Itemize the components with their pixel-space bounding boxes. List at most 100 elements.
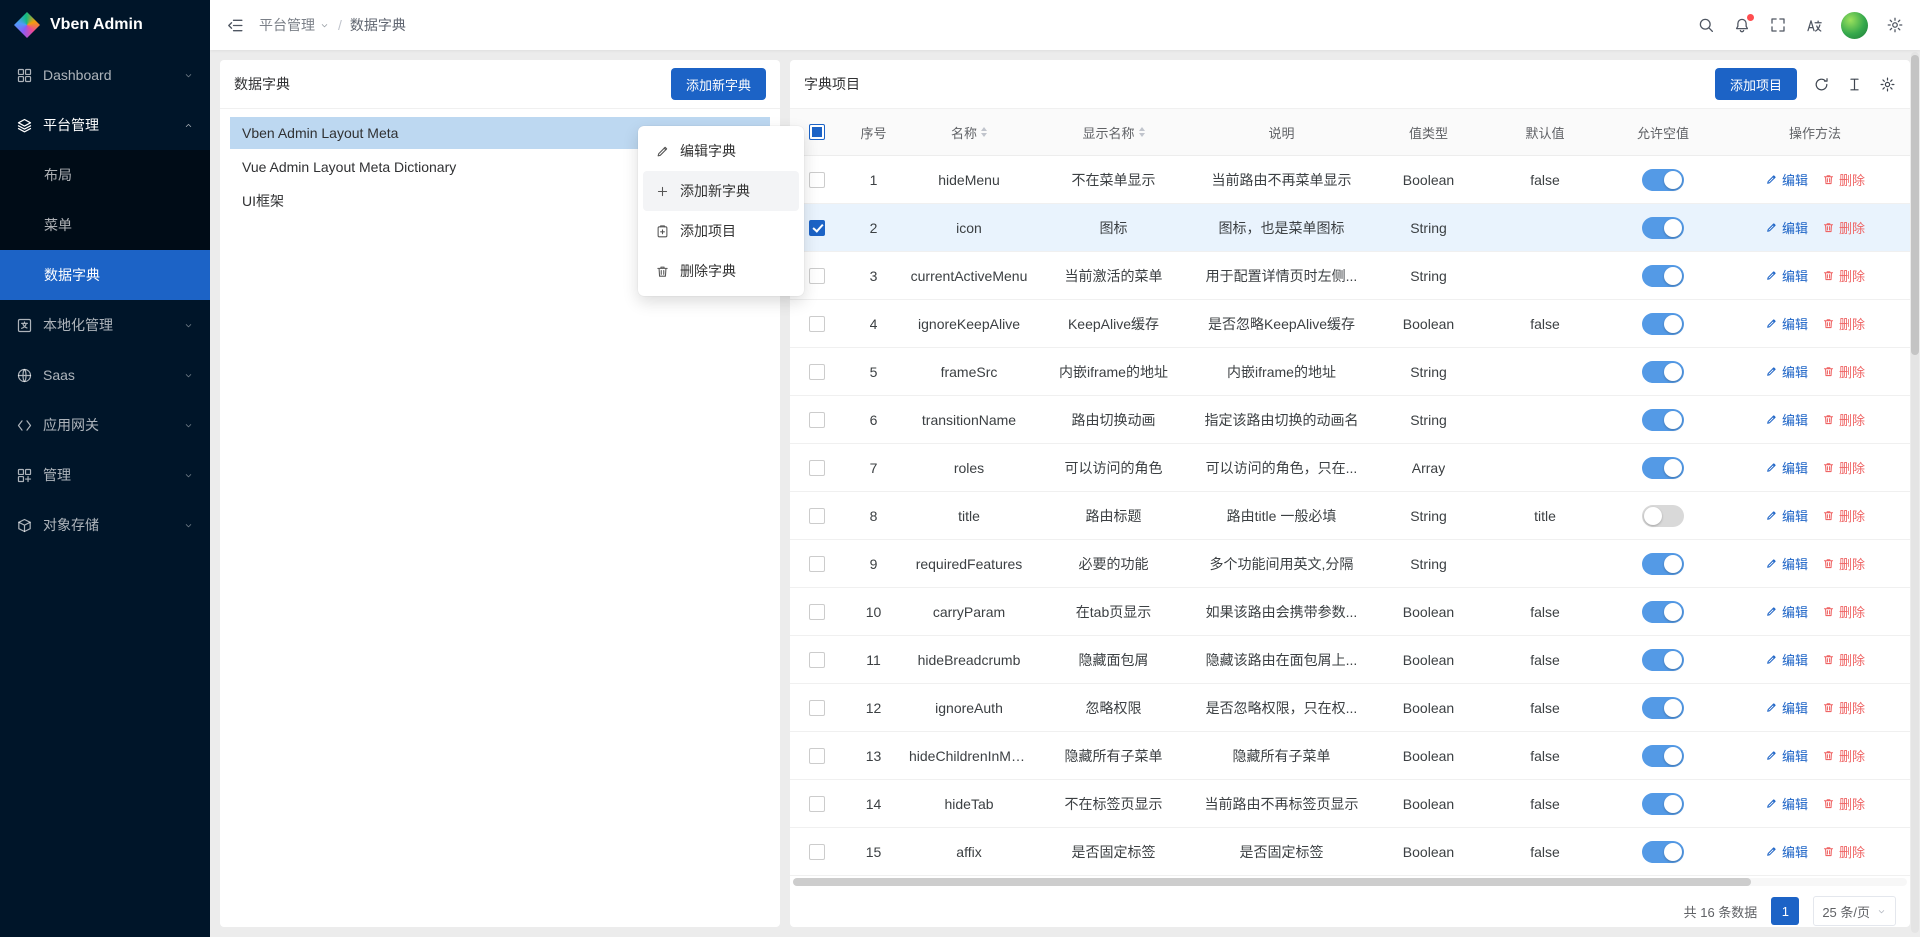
sort-icons[interactable] <box>981 127 987 137</box>
horizontal-scrollbar-thumb[interactable] <box>793 878 1751 886</box>
allow-null-toggle[interactable] <box>1642 649 1684 671</box>
edit-link[interactable]: 编辑 <box>1765 746 1808 765</box>
sidebar-item-platform[interactable]: 平台管理 <box>0 100 210 150</box>
context-menu-item[interactable]: 添加项目 <box>643 211 799 251</box>
allow-null-toggle[interactable] <box>1642 505 1684 527</box>
sidebar-item-gateway[interactable]: 应用网关 <box>0 400 210 450</box>
delete-link[interactable]: 删除 <box>1822 698 1865 717</box>
allow-null-toggle[interactable] <box>1642 169 1684 191</box>
vertical-scrollbar[interactable] <box>1911 52 1919 933</box>
sidebar-item-dashboard[interactable]: Dashboard <box>0 50 210 100</box>
allow-null-toggle[interactable] <box>1642 409 1684 431</box>
delete-link[interactable]: 删除 <box>1822 506 1865 525</box>
edit-link[interactable]: 编辑 <box>1765 314 1808 333</box>
allow-null-toggle[interactable] <box>1642 553 1684 575</box>
edit-link[interactable]: 编辑 <box>1765 266 1808 285</box>
horizontal-scrollbar[interactable] <box>793 878 1907 886</box>
edit-link[interactable]: 编辑 <box>1765 218 1808 237</box>
vertical-scrollbar-thumb[interactable] <box>1911 55 1919 355</box>
edit-link[interactable]: 编辑 <box>1765 602 1808 621</box>
edit-link[interactable]: 编辑 <box>1765 698 1808 717</box>
sidebar-item-management[interactable]: 管理 <box>0 450 210 500</box>
allow-null-toggle[interactable] <box>1642 745 1684 767</box>
row-checkbox[interactable] <box>809 460 825 476</box>
row-checkbox[interactable] <box>809 844 825 860</box>
row-checkbox[interactable] <box>809 220 825 236</box>
edit-link[interactable]: 编辑 <box>1765 458 1808 477</box>
delete-link[interactable]: 删除 <box>1822 602 1865 621</box>
row-checkbox[interactable] <box>809 796 825 812</box>
edit-link[interactable]: 编辑 <box>1765 506 1808 525</box>
row-checkbox[interactable] <box>809 556 825 572</box>
fullscreen-icon[interactable] <box>1769 16 1787 34</box>
row-checkbox[interactable] <box>809 700 825 716</box>
allow-null-toggle[interactable] <box>1642 361 1684 383</box>
delete-link[interactable]: 删除 <box>1822 218 1865 237</box>
delete-link[interactable]: 删除 <box>1822 410 1865 429</box>
edit-link[interactable]: 编辑 <box>1765 170 1808 189</box>
delete-link[interactable]: 删除 <box>1822 170 1865 189</box>
column-header[interactable]: 名称 <box>903 109 1035 155</box>
row-checkbox[interactable] <box>809 316 825 332</box>
delete-link[interactable]: 删除 <box>1822 362 1865 381</box>
delete-link[interactable]: 删除 <box>1822 554 1865 573</box>
row-checkbox[interactable] <box>809 508 825 524</box>
pagination-page-button[interactable]: 1 <box>1771 897 1799 925</box>
allow-null-toggle[interactable] <box>1642 217 1684 239</box>
allow-null-toggle[interactable] <box>1642 601 1684 623</box>
logo[interactable]: Vben Admin <box>0 0 210 50</box>
row-checkbox[interactable] <box>809 604 825 620</box>
breadcrumb-root[interactable]: 平台管理 <box>259 15 330 35</box>
select-all-checkbox[interactable] <box>809 124 825 140</box>
column-settings-icon[interactable] <box>1879 76 1896 93</box>
table-row: 13hideChildrenInMenu隐藏所有子菜单隐藏所有子菜单Boolea… <box>790 732 1910 780</box>
delete-link[interactable]: 删除 <box>1822 794 1865 813</box>
allow-null-toggle[interactable] <box>1642 697 1684 719</box>
allow-null-toggle[interactable] <box>1642 841 1684 863</box>
edit-link[interactable]: 编辑 <box>1765 842 1808 861</box>
row-checkbox[interactable] <box>809 748 825 764</box>
allow-null-toggle[interactable] <box>1642 457 1684 479</box>
page-size-select[interactable]: 25 条/页 <box>1813 896 1896 926</box>
collapse-sidebar-icon[interactable] <box>226 16 245 35</box>
delete-link[interactable]: 删除 <box>1822 842 1865 861</box>
allow-null-toggle[interactable] <box>1642 793 1684 815</box>
sidebar-subitem[interactable]: 数据字典 <box>0 250 210 300</box>
context-menu-item[interactable]: 编辑字典 <box>643 131 799 171</box>
delete-link[interactable]: 删除 <box>1822 458 1865 477</box>
edit-link[interactable]: 编辑 <box>1765 410 1808 429</box>
add-item-button[interactable]: 添加项目 <box>1715 68 1797 100</box>
search-icon[interactable] <box>1697 16 1715 34</box>
sidebar-item-localization[interactable]: 本地化管理 <box>0 300 210 350</box>
refresh-icon[interactable] <box>1813 76 1830 93</box>
sidebar-subitem[interactable]: 菜单 <box>0 200 210 250</box>
delete-link[interactable]: 删除 <box>1822 746 1865 765</box>
row-checkbox[interactable] <box>809 652 825 668</box>
edit-link[interactable]: 编辑 <box>1765 650 1808 669</box>
sidebar-subitem[interactable]: 布局 <box>0 150 210 200</box>
sidebar-item-storage[interactable]: 对象存储 <box>0 500 210 550</box>
sort-icons[interactable] <box>1139 127 1145 137</box>
allow-null-toggle[interactable] <box>1642 265 1684 287</box>
row-checkbox[interactable] <box>809 268 825 284</box>
row-checkbox[interactable] <box>809 172 825 188</box>
allow-null-toggle[interactable] <box>1642 313 1684 335</box>
row-checkbox[interactable] <box>809 412 825 428</box>
row-height-icon[interactable] <box>1846 76 1863 93</box>
context-menu-item[interactable]: 删除字典 <box>643 251 799 291</box>
edit-link[interactable]: 编辑 <box>1765 362 1808 381</box>
edit-link[interactable]: 编辑 <box>1765 794 1808 813</box>
edit-link[interactable]: 编辑 <box>1765 554 1808 573</box>
sidebar-item-saas[interactable]: Saas <box>0 350 210 400</box>
delete-link[interactable]: 删除 <box>1822 650 1865 669</box>
column-header[interactable]: 显示名称 <box>1035 109 1192 155</box>
settings-gear-icon[interactable] <box>1886 16 1904 34</box>
add-dictionary-button[interactable]: 添加新字典 <box>671 68 766 100</box>
avatar[interactable] <box>1841 12 1868 39</box>
delete-link[interactable]: 删除 <box>1822 314 1865 333</box>
delete-link[interactable]: 删除 <box>1822 266 1865 285</box>
translate-icon[interactable] <box>1805 16 1823 34</box>
row-checkbox[interactable] <box>809 364 825 380</box>
notification-bell-icon[interactable] <box>1733 16 1751 34</box>
context-menu-item[interactable]: 添加新字典 <box>643 171 799 211</box>
